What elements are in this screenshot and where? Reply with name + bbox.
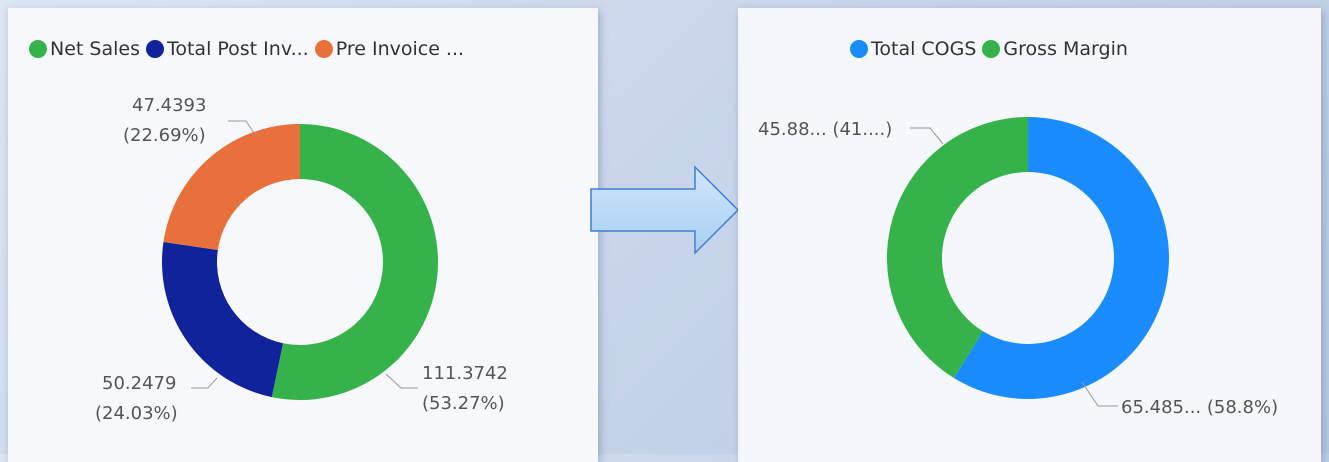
leader-line-net-sales <box>385 373 418 389</box>
data-label-pre-invoice-percent: (22.69%) <box>123 125 206 146</box>
data-label-net-sales-percent: (53.27%) <box>422 393 505 414</box>
donut-chart-left: 111.3742 (53.27%) 50.2479 (24.03%) 47.43… <box>95 95 508 424</box>
net-sales-breakdown-panel: Net Sales Total Post Inv... Pre Invoice … <box>8 8 598 462</box>
data-label-total-cogs: 65.485... (58.8%) <box>1121 397 1278 418</box>
right-arrow-icon <box>590 165 740 255</box>
donut-chart-right: 65.485... (58.8%) 45.88... (41....) <box>758 117 1278 418</box>
cogs-margin-panel: Total COGS Gross Margin 65.485... (58.8%… <box>738 8 1321 462</box>
donut-slice-gross-margin[interactable] <box>887 117 1028 378</box>
leader-line-total-post-invoice <box>191 377 218 389</box>
data-label-gross-margin: 45.88... (41....) <box>758 119 892 140</box>
donut-slice-total-post-invoice[interactable] <box>161 242 284 398</box>
data-label-total-post-invoice-percent: (24.03%) <box>95 403 178 424</box>
data-label-pre-invoice-value: 47.4393 <box>132 95 206 116</box>
data-label-total-post-invoice-value: 50.2479 <box>102 373 176 394</box>
leader-line-gross-margin <box>910 127 944 145</box>
data-label-net-sales-value: 111.3742 <box>422 363 508 384</box>
